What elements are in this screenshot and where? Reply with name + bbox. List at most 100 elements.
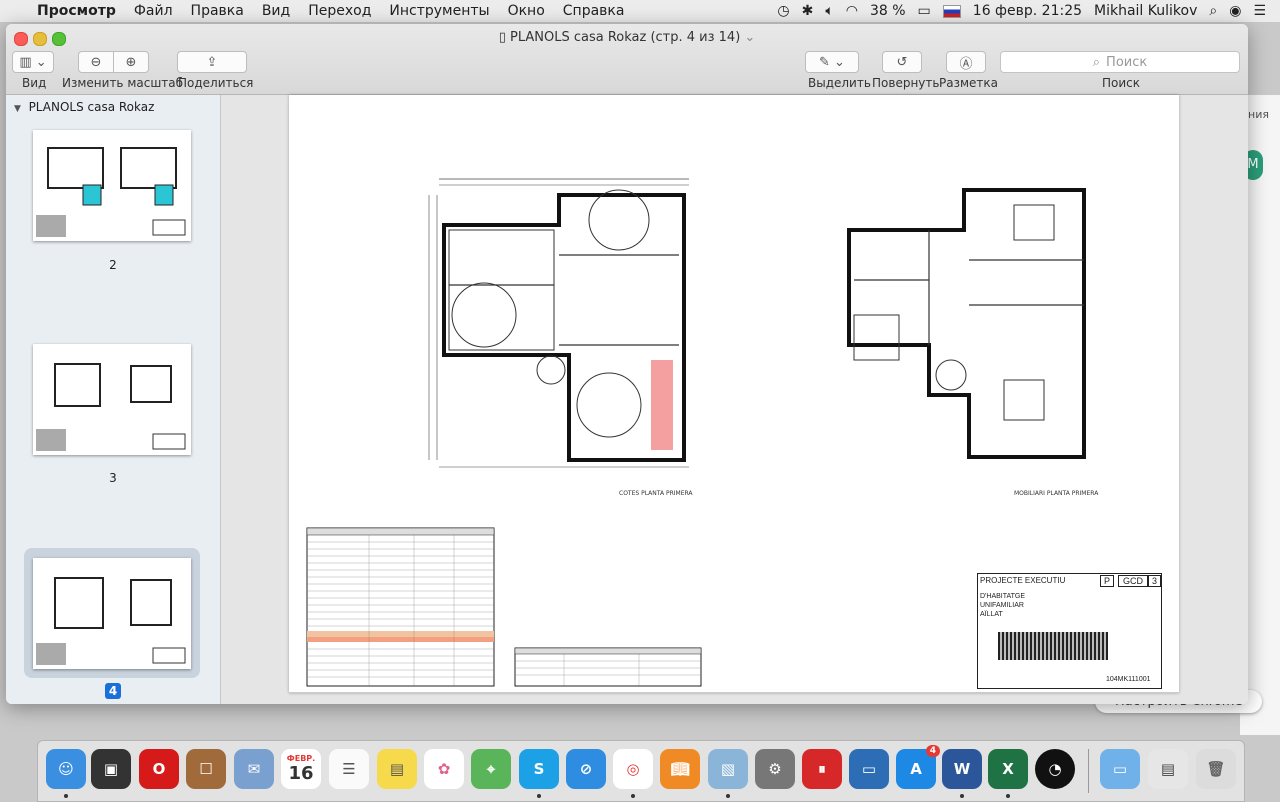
system-preferences-icon[interactable]: ⚙ bbox=[755, 749, 795, 789]
stamp-barcode-image bbox=[998, 632, 1108, 660]
word-icon[interactable]: W bbox=[942, 749, 982, 789]
stamp-line-3: AÏLLAT bbox=[980, 611, 1003, 618]
excel-icon[interactable]: X bbox=[988, 749, 1028, 789]
mail-icon[interactable]: ✉ bbox=[234, 749, 274, 789]
photos-icon[interactable]: ✿ bbox=[424, 749, 464, 789]
preview-window: ▯ PLANOLS casa Rokaz (стр. 4 из 14) ⌄ ▥ … bbox=[6, 24, 1248, 704]
opera-icon[interactable]: O bbox=[139, 749, 179, 789]
zoom-label: Изменить масштаб bbox=[62, 76, 184, 90]
downloads-stack-icon[interactable]: ▤ bbox=[1148, 749, 1188, 789]
dock: ☺ ▣ O ☐ ✉ ФЕВР. 16 ☰ ▤ ✿ ⌖ S ⊘ ◎ 📖︎ ▧ ⚙ ⏸… bbox=[37, 740, 1245, 802]
page-number-4: 4 bbox=[6, 683, 220, 699]
stamp-number: 3 bbox=[1148, 575, 1162, 587]
remote-desktop-icon[interactable]: ▭ bbox=[849, 749, 889, 789]
chrome-icon[interactable]: ◎ bbox=[613, 749, 653, 789]
page-thumbnail-2[interactable] bbox=[24, 120, 200, 250]
window-title-text: PLANOLS casa Rokaz (стр. 4 из 14) bbox=[509, 30, 741, 45]
user-name[interactable]: Mikhail Kulikov bbox=[1094, 3, 1197, 19]
rotate-button[interactable]: ↺ bbox=[882, 51, 922, 73]
running-indicator bbox=[726, 794, 730, 798]
plan-left-label: COTES PLANTA PRIMERA bbox=[619, 490, 693, 497]
thumbnail-image bbox=[33, 344, 191, 455]
disclosure-triangle-icon[interactable]: ▼ bbox=[14, 104, 21, 114]
sidebar-document-header[interactable]: ▼ PLANOLS casa Rokaz bbox=[14, 100, 154, 114]
share-button[interactable]: ⇪ bbox=[177, 51, 247, 73]
menu-edit[interactable]: Правка bbox=[182, 3, 253, 19]
notification-center-icon[interactable]: ☰ bbox=[1253, 3, 1266, 19]
page-thumbnail-4[interactable] bbox=[24, 548, 200, 678]
search-input[interactable]: ⌕ Поиск bbox=[1000, 51, 1240, 73]
menu-bar: Просмотр Файл Правка Вид Переход Инструм… bbox=[0, 0, 1280, 23]
sidebar-view-button[interactable]: ▥ ⌄ bbox=[12, 51, 54, 73]
wifi-icon[interactable]: ◠ bbox=[846, 3, 858, 19]
thumbnail-image bbox=[33, 558, 191, 669]
safari-icon[interactable]: ⊘ bbox=[566, 749, 606, 789]
highlighter-icon: ✎ ⌄ bbox=[819, 54, 845, 70]
rotate-icon: ↺ bbox=[896, 54, 908, 70]
input-source-flag-icon[interactable] bbox=[942, 4, 961, 18]
app-store-icon[interactable]: A4 bbox=[896, 745, 940, 789]
spotlight-search-icon[interactable]: ⌕ bbox=[1209, 3, 1217, 19]
trash-icon[interactable]: 🗑︎ bbox=[1196, 749, 1236, 789]
time-machine-icon[interactable]: ◷ bbox=[777, 3, 789, 19]
stamp-project-type: PROJECTE EXECUTIU bbox=[980, 576, 1066, 585]
menu-window[interactable]: Окно bbox=[499, 3, 554, 19]
volume-icon[interactable]: 🔈︎ bbox=[825, 3, 833, 19]
applications-folder-icon[interactable]: ▭ bbox=[1100, 749, 1140, 789]
document-area[interactable]: COTES PLANTA PRIMERA MOBILIARI PLANTA PR… bbox=[221, 95, 1248, 704]
markup-label: Разметка bbox=[939, 76, 998, 90]
zoom-out-button[interactable]: ⊖ bbox=[78, 51, 114, 73]
page-number-3: 3 bbox=[109, 471, 117, 485]
battery-percent[interactable]: 38 % bbox=[870, 3, 906, 19]
share-label: Поделиться bbox=[178, 76, 254, 90]
sidebar-icon: ▥ ⌄ bbox=[19, 54, 47, 70]
menu-app-name[interactable]: Просмотр bbox=[28, 3, 125, 19]
stamp-code: GCD bbox=[1118, 575, 1148, 587]
highlight-button[interactable]: ✎ ⌄ bbox=[805, 51, 859, 73]
menu-tools[interactable]: Инструменты bbox=[380, 3, 498, 19]
thumbnail-image bbox=[33, 130, 191, 241]
photo-booth-icon[interactable]: ▣ bbox=[91, 749, 131, 789]
contacts-icon[interactable]: ☐ bbox=[186, 749, 226, 789]
clock[interactable]: 16 февр. 21:25 bbox=[973, 3, 1082, 19]
running-indicator bbox=[537, 794, 541, 798]
reminders-icon[interactable]: ☰ bbox=[329, 749, 369, 789]
stamp-line-1: D'HABITATGE bbox=[980, 593, 1026, 600]
menu-file[interactable]: Файл bbox=[125, 3, 182, 19]
calendar-icon[interactable]: ФЕВР. 16 bbox=[281, 749, 321, 789]
title-bar: ▯ PLANOLS casa Rokaz (стр. 4 из 14) ⌄ ▥ … bbox=[6, 24, 1248, 95]
pdf-page[interactable]: COTES PLANTA PRIMERA MOBILIARI PLANTA PR… bbox=[289, 95, 1179, 694]
zoom-in-button[interactable]: ⊕ bbox=[113, 51, 149, 73]
markup-pen-icon: Ⓐ bbox=[959, 56, 973, 72]
activity-monitor-icon[interactable]: ◔ bbox=[1035, 749, 1075, 789]
thumbnail-sidebar: ▼ PLANOLS casa Rokaz 2 3 4 bbox=[6, 95, 221, 704]
finder-icon[interactable]: ☺ bbox=[46, 749, 86, 789]
bluetooth-icon[interactable]: ✱ bbox=[802, 3, 814, 19]
search-icon: ⌕ bbox=[1092, 54, 1101, 70]
battery-icon[interactable]: ▭ bbox=[918, 3, 931, 19]
menu-go[interactable]: Переход bbox=[299, 3, 380, 19]
preview-icon[interactable]: ▧ bbox=[708, 749, 748, 789]
stamp-line-2: UNIFAMILIAR bbox=[980, 602, 1024, 609]
page-number-4-text: 4 bbox=[104, 683, 122, 699]
stamp-reference: 104MK111001 bbox=[1106, 676, 1151, 683]
window-title[interactable]: ▯ PLANOLS casa Rokaz (стр. 4 из 14) ⌄ bbox=[6, 30, 1248, 45]
markup-button[interactable]: Ⓐ bbox=[946, 51, 986, 73]
calendar-month: ФЕВР. bbox=[286, 754, 316, 763]
notes-icon[interactable]: ▤ bbox=[377, 749, 417, 789]
document-icon: ▯ bbox=[498, 30, 510, 45]
rotate-label: Повернуть bbox=[872, 76, 940, 90]
plan-right-label: MOBILIARI PLANTA PRIMERA bbox=[1014, 490, 1099, 497]
ibooks-icon[interactable]: 📖︎ bbox=[660, 749, 700, 789]
page-thumbnail-3[interactable] bbox=[24, 334, 200, 464]
menu-view[interactable]: Вид bbox=[253, 3, 299, 19]
parallels-icon[interactable]: ⏸ bbox=[802, 749, 842, 789]
skype-icon[interactable]: S bbox=[519, 749, 559, 789]
menu-help[interactable]: Справка bbox=[554, 3, 634, 19]
maps-icon[interactable]: ⌖ bbox=[471, 749, 511, 789]
running-indicator bbox=[631, 794, 635, 798]
zoom-in-icon: ⊕ bbox=[125, 54, 137, 70]
siri-icon[interactable]: ◉ bbox=[1229, 3, 1241, 19]
app-store-badge: 4 bbox=[925, 745, 940, 757]
chevron-down-icon: ⌄ bbox=[740, 30, 756, 45]
